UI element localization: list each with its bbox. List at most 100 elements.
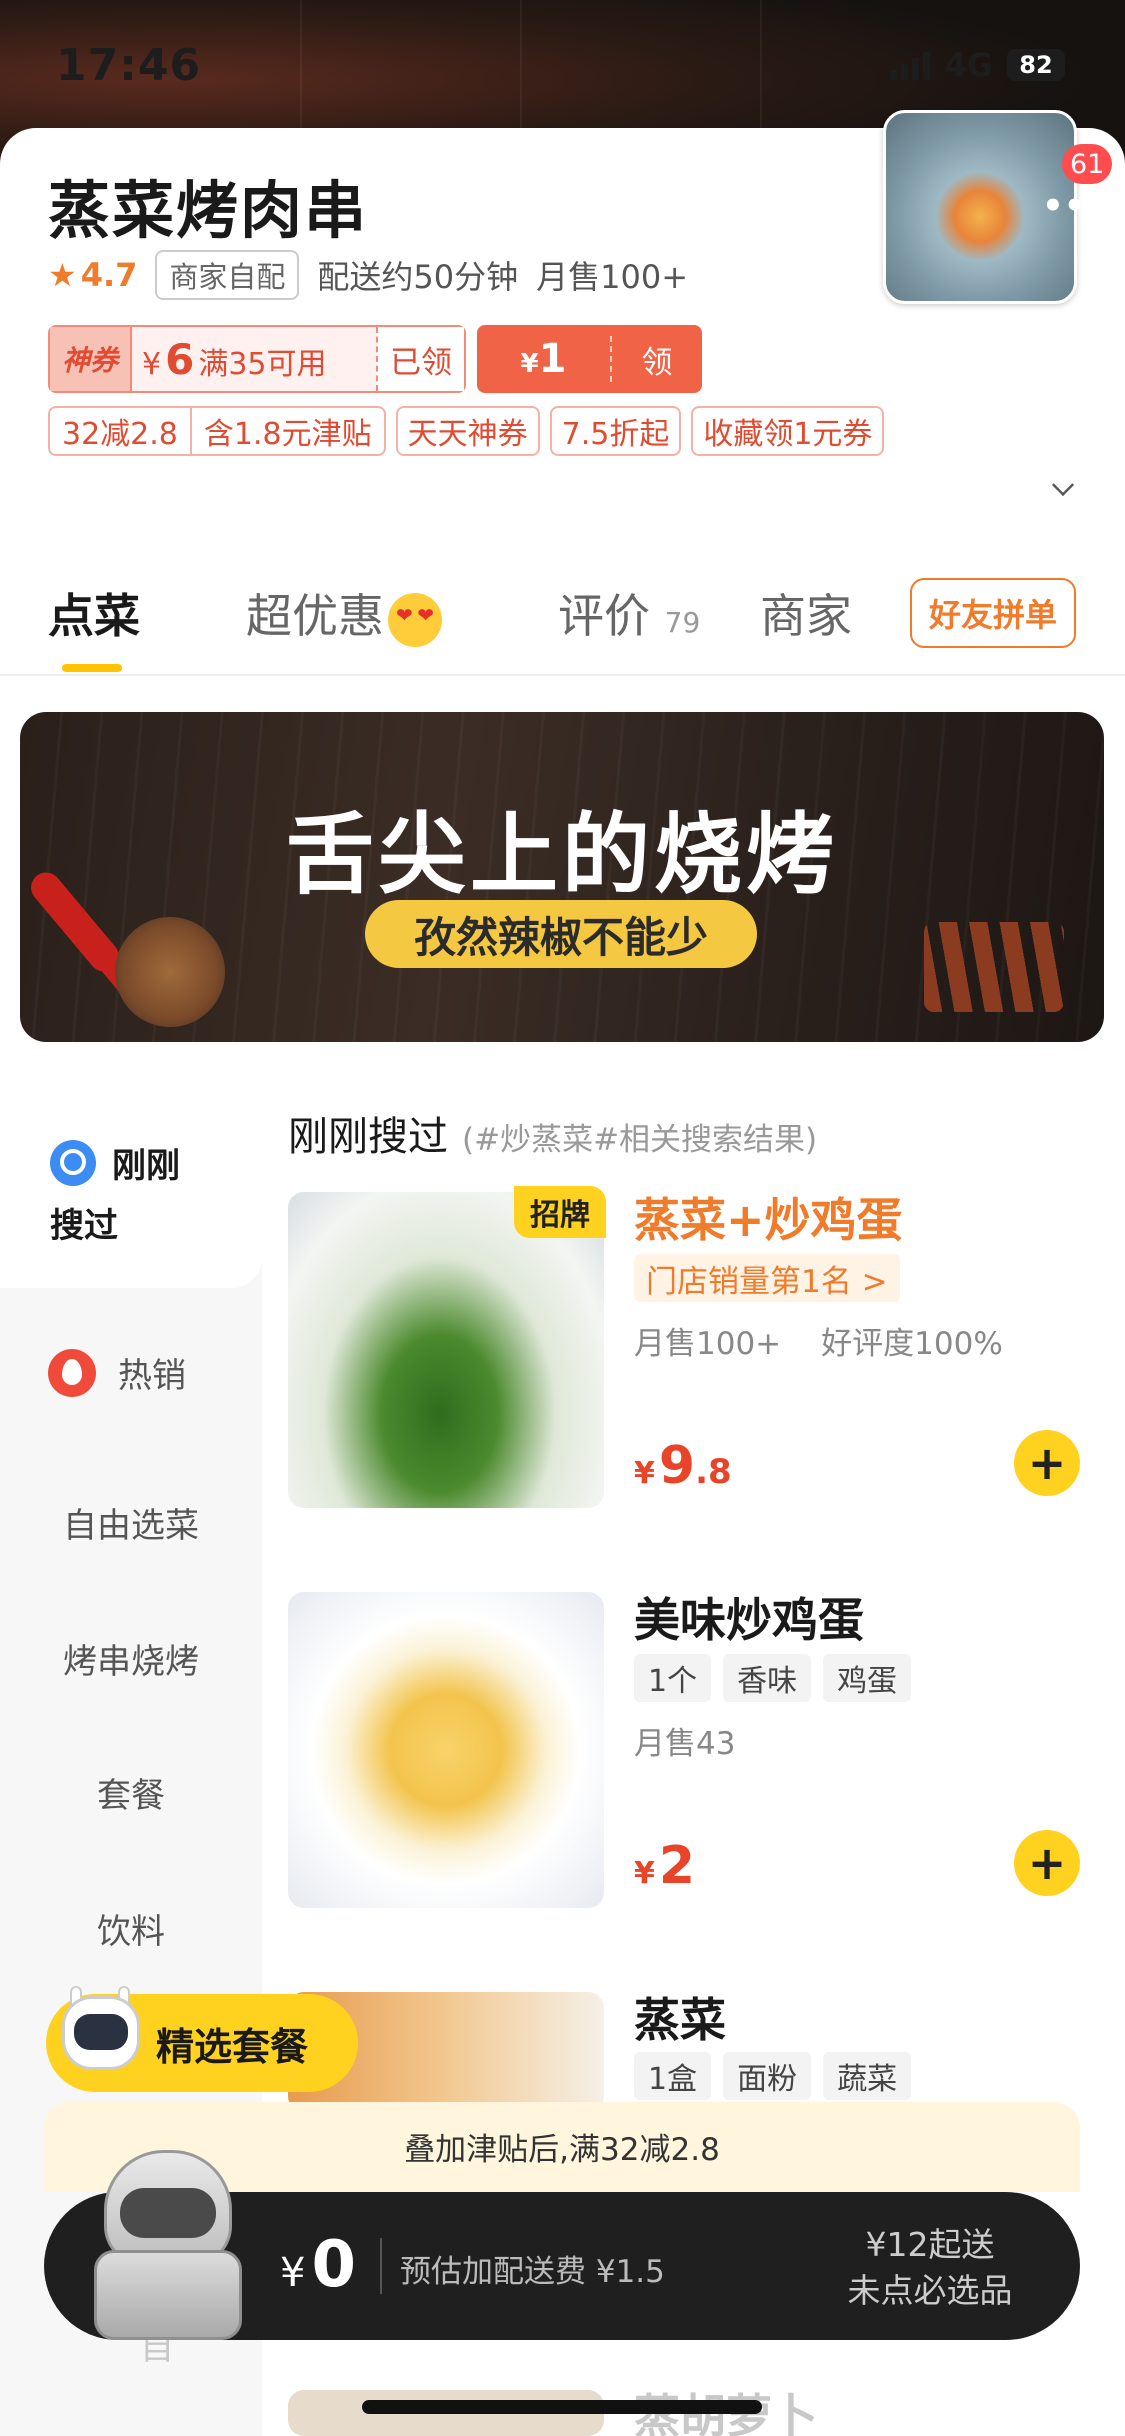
- skewers-image: [924, 922, 1064, 1012]
- promo-discount: 32减2.8 含1.8元津贴: [48, 406, 386, 456]
- sidebar-hot-label: 热销: [118, 1356, 186, 1396]
- rating: ★ 4.7: [48, 256, 137, 294]
- price-int: 2: [658, 1836, 696, 1896]
- sidebar-recent-row[interactable]: 刚刚: [50, 1138, 180, 1187]
- currency: ¥: [142, 346, 162, 382]
- promo-item: 7.5折起: [549, 406, 682, 456]
- tab-merchant[interactable]: 商家: [760, 580, 852, 646]
- network-label: 4G: [944, 46, 993, 84]
- tab-deals-label: 超优惠: [246, 589, 384, 643]
- star-icon: ★: [48, 256, 77, 294]
- product-sales: 月售43: [634, 1726, 736, 1762]
- rating-value: 4.7: [80, 256, 138, 294]
- coupon-status: 已领: [376, 327, 464, 391]
- product-tag: 面粉: [723, 2052, 812, 2100]
- product-image[interactable]: [288, 1592, 604, 1908]
- divider: [380, 2238, 382, 2294]
- promo-item: 含1.8元津贴: [189, 408, 384, 454]
- product-tags: 1个 香味 鸡蛋: [634, 1654, 912, 1702]
- sidebar-recent-label: 刚刚: [112, 1146, 180, 1186]
- shop-name: 蒸菜烤肉串: [48, 174, 369, 247]
- promo-row: 32减2.8 含1.8元津贴 天天神券 7.5折起 收藏领1元券: [48, 406, 885, 456]
- promo-banner[interactable]: 舌尖上的烧烤 孜然辣椒不能少: [20, 712, 1104, 1042]
- product-tag: 1个: [634, 1654, 712, 1702]
- promo-item: 天天神券: [395, 406, 540, 456]
- home-indicator[interactable]: [362, 2400, 762, 2414]
- price-int: 9: [658, 1436, 696, 1496]
- section-subtitle: (#炒蒸菜#相关搜索结果): [462, 1122, 818, 1158]
- god-coupon-brand: 神券: [50, 327, 133, 391]
- heart-eyes-emoji-icon: [388, 592, 442, 647]
- coupon-condition: 满35可用: [198, 346, 327, 382]
- more-dots-icon[interactable]: •••: [1042, 186, 1107, 226]
- monthly-sales: 月售100+: [536, 258, 689, 296]
- coupon-value: 6: [165, 334, 195, 384]
- cart-total: ¥ 0: [280, 2228, 356, 2302]
- product-meta: 月售43: [634, 1718, 735, 1763]
- red-coupon[interactable]: ¥1 领: [477, 325, 702, 393]
- add-to-cart-button[interactable]: +: [1014, 1430, 1080, 1496]
- promo-item: 32减2.8: [62, 417, 178, 452]
- product-image[interactable]: [288, 1192, 604, 1508]
- shop-meta-row: ★ 4.7 商家自配 配送约50分钟 月售100+: [48, 250, 688, 300]
- product-tags: 1盒 面粉 蔬菜: [634, 2052, 912, 2100]
- delivery-tag: 商家自配: [155, 250, 300, 300]
- sidebar-item-free-pick[interactable]: 自由选菜: [0, 1498, 262, 1547]
- sidebar-item-drinks[interactable]: 饮料: [0, 1904, 262, 1953]
- signature-badge: 招牌: [514, 1186, 606, 1238]
- product-sales: 月售100+: [634, 1326, 782, 1362]
- group-order-button[interactable]: 好友拼单: [910, 578, 1076, 648]
- tab-order[interactable]: 点菜: [48, 580, 140, 646]
- product-name[interactable]: 蒸菜+炒鸡蛋: [634, 1184, 903, 1250]
- signal-icon: [890, 50, 931, 80]
- cart-mascot-icon[interactable]: [84, 2150, 252, 2340]
- sidebar-item-recent[interactable]: [0, 1088, 262, 1288]
- thumb-count-badge: 61: [1062, 144, 1113, 184]
- section-title: 刚刚搜过 (#炒蒸菜#相关搜索结果): [288, 1104, 817, 1162]
- checkout-status: ¥12起送 未点必选品: [830, 2222, 1030, 2314]
- status-time: 17:46: [56, 40, 202, 91]
- sidebar-recent-label-2: 搜过: [50, 1206, 118, 1246]
- tab-reviews[interactable]: 评价 79: [558, 580, 700, 646]
- tab-deals[interactable]: 超优惠: [246, 580, 442, 647]
- cart-total-value: 0: [311, 2228, 356, 2302]
- tab-reviews-label: 评价: [558, 589, 650, 643]
- sidebar-item-combo[interactable]: 套餐: [0, 1768, 262, 1817]
- product-meta: 月售100+ 好评度100%: [634, 1318, 1003, 1363]
- banner-subtitle: 孜然辣椒不能少: [365, 900, 757, 968]
- currency: ¥: [280, 2250, 306, 2296]
- product-tag: 1盒: [634, 2052, 712, 2100]
- reviews-count: 79: [664, 606, 701, 639]
- delivery-fee: 预估加配送费 ¥1.5: [400, 2254, 665, 2290]
- product-tag: 鸡蛋: [823, 1654, 912, 1702]
- red-coupon-value: ¥1: [477, 336, 612, 382]
- spice-bowl-image: [115, 917, 225, 1027]
- product-price: ¥ 9 .8: [634, 1436, 732, 1496]
- fire-icon: [48, 1348, 96, 1397]
- combo-label: 精选套餐: [156, 2024, 309, 2069]
- currency: ¥: [634, 1456, 655, 1491]
- min-order: ¥12起送: [865, 2225, 995, 2264]
- search-icon: [50, 1139, 96, 1186]
- section-title-text: 刚刚搜过: [288, 1114, 448, 1160]
- product-tag: 香味: [723, 1654, 812, 1702]
- required-item-hint: 未点必选品: [847, 2271, 1013, 2310]
- product-name[interactable]: 美味炒鸡蛋: [634, 1584, 864, 1650]
- sidebar-item-skewers[interactable]: 烤串烧烤: [0, 1634, 262, 1683]
- claim-button[interactable]: 领: [612, 337, 702, 382]
- add-to-cart-button[interactable]: +: [1014, 1830, 1080, 1896]
- delivery-time: 配送约50分钟: [317, 258, 519, 296]
- status-indicators: 4G 82: [890, 46, 1065, 84]
- battery-icon: 82: [1007, 49, 1065, 81]
- product-name[interactable]: 蒸菜: [634, 1984, 726, 2050]
- god-coupon[interactable]: 神券 ¥ 6 满35可用 已领: [48, 325, 466, 393]
- robot-mascot-icon: [56, 1986, 146, 2096]
- active-tab-indicator: [62, 664, 122, 672]
- product-tag: 蔬菜: [823, 2052, 912, 2100]
- sidebar-item-hot[interactable]: 热销: [48, 1348, 186, 1397]
- price-dec: .8: [695, 1452, 732, 1492]
- banner-title: 舌尖上的烧烤: [285, 803, 838, 906]
- product-rating: 好评度100%: [821, 1326, 1003, 1362]
- rank-tag[interactable]: 门店销量第1名 >: [634, 1254, 900, 1302]
- promo-item[interactable]: 收藏领1元券: [691, 406, 885, 456]
